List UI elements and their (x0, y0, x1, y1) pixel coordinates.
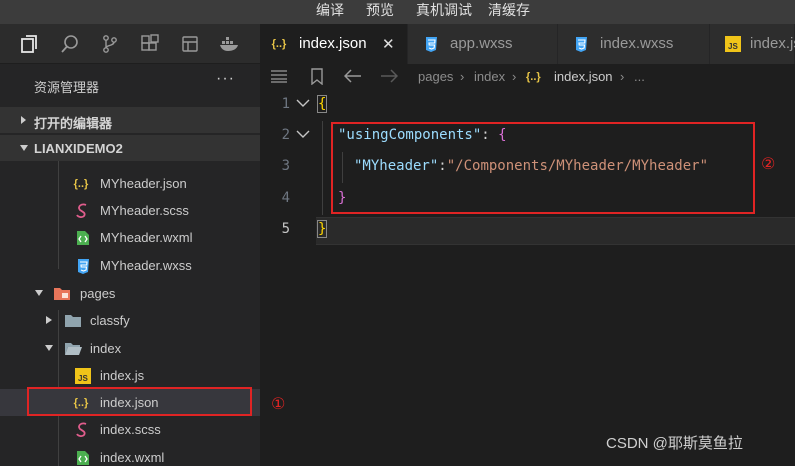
annotation-box-1 (27, 387, 252, 416)
activity-bar (0, 24, 260, 64)
svg-text:JS: JS (78, 374, 88, 383)
more-actions-icon[interactable]: ··· (216, 70, 235, 88)
tab-label: index.js (750, 35, 795, 52)
wxss-icon (422, 36, 440, 52)
breadcrumb-item[interactable]: pages (418, 69, 453, 84)
tree-item-label: index.js (100, 368, 145, 383)
folder-icon (64, 312, 82, 329)
scss-icon (74, 421, 92, 438)
bookmark-icon[interactable] (310, 68, 324, 90)
line-number: 1 (281, 96, 290, 112)
chevron-right-icon: › (460, 69, 465, 84)
folder-pages-icon (53, 285, 71, 302)
line-number: 5 (281, 221, 290, 237)
tree-item-classfy-folder[interactable]: classfy (0, 307, 260, 334)
js-icon: JS (74, 367, 92, 384)
scss-icon (74, 202, 92, 219)
extensions-icon[interactable] (138, 32, 162, 56)
json-icon: {..} (73, 177, 89, 190)
wxss-icon (74, 257, 92, 274)
breadcrumb-item[interactable]: index.json (554, 69, 613, 84)
annotation-marker-1: ① (271, 394, 286, 413)
tab-label: app.wxss (450, 35, 513, 52)
tree-item-label: MYheader.scss (100, 203, 189, 218)
tree-item-label: index.wxml (100, 450, 165, 465)
line-number: 2 (281, 127, 290, 143)
search-icon[interactable] (58, 32, 82, 56)
tree-item-label: pages (80, 286, 116, 301)
tab-index-json[interactable]: {..} index.json ✕ (260, 24, 408, 64)
chevron-right-icon (46, 316, 52, 324)
preview-button[interactable]: 预览 (366, 0, 394, 24)
tab-app-wxss[interactable]: app.wxss (408, 24, 558, 64)
close-brace: } (316, 220, 328, 238)
project-section[interactable]: LIANXIDEMO2 (0, 135, 260, 161)
annotation-marker-2: ② (761, 154, 776, 173)
source-control-icon[interactable] (98, 32, 122, 56)
tab-index-js[interactable]: JS index.js (710, 24, 795, 64)
tab-label: index.wxss (600, 35, 674, 52)
open-brace: { (316, 95, 328, 113)
chevron-down-icon (35, 290, 43, 296)
tree-item-index-folder[interactable]: index (0, 335, 260, 362)
wechat-cloud-icon[interactable] (178, 32, 202, 56)
breadcrumb-item[interactable]: index (474, 69, 505, 84)
tree-item-label: MYheader.json (100, 176, 187, 191)
fold-chevron-icon[interactable] (296, 98, 310, 108)
tab-index-wxss[interactable]: index.wxss (558, 24, 710, 64)
tab-label: index.json (299, 35, 367, 52)
tree-item-label: index.scss (100, 422, 161, 437)
folder-open-icon (64, 340, 82, 357)
tree-item-myheader-json[interactable]: {..} MYheader.json (0, 170, 260, 197)
tree-item-pages-folder[interactable]: pages (0, 280, 260, 307)
line-number: 3 (281, 158, 290, 174)
line-number: 4 (281, 190, 290, 206)
back-arrow-icon[interactable] (343, 69, 362, 88)
fold-chevron-icon[interactable] (296, 129, 310, 139)
docker-icon[interactable] (218, 32, 242, 56)
open-editors-section[interactable]: 打开的编辑器 (0, 107, 260, 133)
json-icon: {..} (271, 38, 287, 50)
top-toolbar: 编译 预览 真机调试 清缓存 (0, 0, 795, 24)
breadcrumb-item[interactable]: ... (634, 69, 645, 84)
tree-item-myheader-wxss[interactable]: MYheader.wxss (0, 252, 260, 279)
files-icon[interactable] (18, 32, 42, 56)
tree-item-label: classfy (90, 313, 130, 328)
js-icon: JS (724, 36, 742, 52)
close-icon[interactable]: ✕ (382, 35, 395, 53)
indent-guide (322, 121, 323, 215)
real-device-debug-button[interactable]: 真机调试 (416, 0, 472, 24)
tree-item-index-wxml[interactable]: index.wxml (0, 444, 260, 466)
chevron-right-icon: › (512, 69, 517, 84)
code-line: 1 { (260, 90, 795, 121)
tree-item-label: MYheader.wxss (100, 258, 192, 273)
list-icon[interactable] (270, 69, 288, 88)
json-icon: {..} (526, 71, 541, 83)
explorer-title: 资源管理器 (34, 80, 100, 95)
editor-tabs: {..} index.json ✕ app.wxss index.wxss JS… (260, 24, 795, 64)
tree-item-index-js[interactable]: JS index.js (0, 362, 260, 389)
breadcrumb: pages › index › {..} index.json › ... (260, 64, 795, 90)
svg-text:JS: JS (728, 42, 738, 51)
wxml-icon (74, 449, 92, 466)
tree-item-myheader-wxml[interactable]: MYheader.wxml (0, 224, 260, 251)
project-label: LIANXIDEMO2 (34, 141, 123, 156)
compile-button[interactable]: 编译 (316, 0, 344, 24)
annotation-box-2 (331, 122, 755, 214)
forward-arrow-icon[interactable] (380, 69, 399, 88)
chevron-down-icon (45, 345, 53, 351)
wxss-icon (572, 36, 590, 52)
open-editors-label: 打开的编辑器 (34, 116, 113, 131)
clear-cache-button[interactable]: 清缓存 (488, 0, 530, 24)
tree-item-myheader-scss[interactable]: MYheader.scss (0, 197, 260, 224)
chevron-down-icon (20, 145, 28, 151)
tree-item-label: index (90, 341, 122, 356)
tree-item-index-scss[interactable]: index.scss (0, 416, 260, 443)
tree-item-label: MYheader.wxml (100, 230, 193, 245)
wxml-icon (74, 229, 92, 246)
chevron-right-icon: › (620, 69, 625, 84)
code-line: 5 } (260, 215, 795, 246)
chevron-right-icon (21, 116, 26, 124)
watermark: CSDN @耶斯莫鱼拉 (606, 435, 743, 452)
